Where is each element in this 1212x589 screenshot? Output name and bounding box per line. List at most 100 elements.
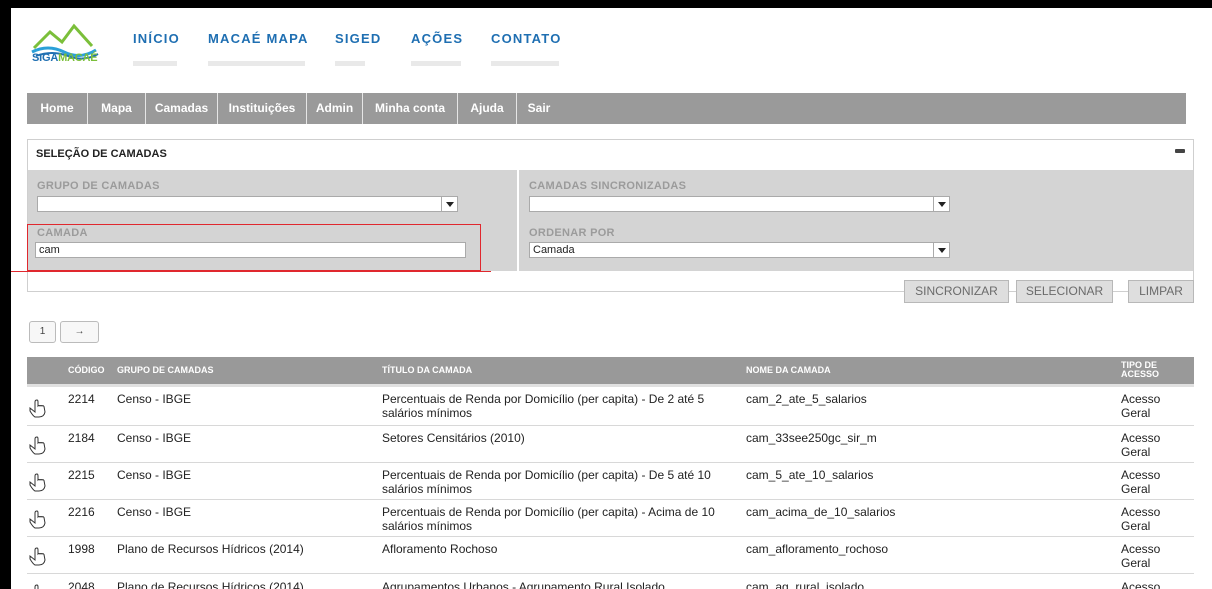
topnav-underline bbox=[411, 61, 461, 66]
cell-codigo: 2214 bbox=[68, 392, 95, 406]
cell-grupo: Plano de Recursos Hídricos (2014) bbox=[117, 542, 304, 556]
hand-pointer-icon[interactable] bbox=[27, 582, 49, 589]
table-row[interactable]: 2214 Censo - IBGE Percentuais de Renda p… bbox=[27, 389, 1194, 426]
hand-pointer-icon[interactable] bbox=[27, 471, 49, 493]
window-frame-top bbox=[0, 0, 1212, 8]
table-row[interactable]: 2184 Censo - IBGE Setores Censitários (2… bbox=[27, 426, 1194, 463]
cell-codigo: 2048 bbox=[68, 580, 95, 589]
topnav-macae-mapa[interactable]: MACAÉ MAPA bbox=[208, 31, 309, 46]
cell-titulo-line-2: salários mínimos bbox=[382, 482, 473, 496]
menu-admin[interactable]: Admin bbox=[307, 93, 362, 124]
cell-titulo-line-1: Percentuais de Renda por Domicílio (per … bbox=[382, 468, 711, 482]
cell-titulo-line-2: salários mínimos bbox=[382, 519, 473, 533]
table-row[interactable]: 2215 Censo - IBGE Percentuais de Renda p… bbox=[27, 463, 1194, 500]
chevron-down-icon[interactable] bbox=[933, 243, 949, 257]
cell-nome: cam_acima_de_10_salarios bbox=[746, 505, 896, 519]
cell-nome: cam_2_ate_5_salarios bbox=[746, 392, 867, 406]
hand-pointer-icon[interactable] bbox=[27, 397, 49, 419]
col-titulo[interactable]: TÍTULO DA CAMADA bbox=[382, 357, 472, 384]
cell-nome: cam_afloramento_rochoso bbox=[746, 542, 889, 556]
cell-tipo-line-2: Geral bbox=[1121, 556, 1151, 570]
cell-nome: cam_33see250gc_sir_m bbox=[746, 431, 877, 445]
cell-titulo-line-1: Setores Censitários (2010) bbox=[382, 431, 525, 445]
col-tipo-line-2: ACESSO bbox=[1121, 369, 1160, 379]
col-tipo[interactable]: TIPO DE ACESSO bbox=[1121, 357, 1159, 384]
cell-codigo: 2216 bbox=[68, 505, 95, 519]
table-header: CÓDIGO GRUPO DE CAMADAS TÍTULO DA CAMADA… bbox=[27, 357, 1194, 384]
main-menu-bar: Home Mapa Camadas Instituições Admin Min… bbox=[27, 93, 1186, 124]
cell-tipo-line-2: Geral bbox=[1121, 445, 1151, 459]
table-row[interactable]: 1998 Plano de Recursos Hídricos (2014) A… bbox=[27, 537, 1194, 574]
cell-grupo: Censo - IBGE bbox=[117, 505, 192, 519]
cell-codigo: 2184 bbox=[68, 431, 95, 445]
topnav-acoes[interactable]: AÇÕES bbox=[411, 31, 463, 46]
panel-title: SELEÇÃO DE CAMADAS bbox=[36, 148, 167, 160]
hand-pointer-icon[interactable] bbox=[27, 545, 49, 567]
cell-grupo: Censo - IBGE bbox=[117, 392, 192, 406]
cell-tipo-line-1: Acesso bbox=[1121, 542, 1161, 556]
highlight-annotation bbox=[27, 224, 481, 271]
menu-sair[interactable]: Sair bbox=[517, 93, 561, 124]
cell-codigo: 2215 bbox=[68, 468, 95, 482]
menu-home[interactable]: Home bbox=[27, 93, 87, 124]
col-codigo[interactable]: CÓDIGO bbox=[68, 357, 105, 384]
cell-tipo-line-1: Acesso bbox=[1121, 431, 1161, 445]
sincronizadas-select[interactable] bbox=[529, 196, 950, 212]
cell-titulo-line-1: Percentuais de Renda por Domicílio (per … bbox=[382, 505, 715, 519]
cell-titulo-line-1: Percentuais de Renda por Domicílio (per … bbox=[382, 392, 705, 406]
cell-tipo-line-2: Geral bbox=[1121, 406, 1151, 420]
logo-text: SIGAMACAÉ bbox=[32, 52, 98, 64]
topnav-underline bbox=[133, 61, 177, 66]
topnav-underline bbox=[208, 61, 305, 66]
cell-tipo-line-1: Acesso bbox=[1121, 580, 1161, 589]
col-grupo[interactable]: GRUPO DE CAMADAS bbox=[117, 357, 214, 384]
topnav-underline bbox=[491, 61, 559, 66]
menu-camadas[interactable]: Camadas bbox=[146, 93, 217, 124]
topnav-contato[interactable]: CONTATO bbox=[491, 31, 562, 46]
sincronizar-button[interactable]: SINCRONIZAR bbox=[904, 280, 1009, 303]
selecionar-button[interactable]: SELECIONAR bbox=[1016, 280, 1113, 303]
cell-tipo-line-1: Acesso bbox=[1121, 392, 1161, 406]
cell-titulo-line-1: Afloramento Rochoso bbox=[382, 542, 498, 556]
cell-tipo-line-1: Acesso bbox=[1121, 505, 1161, 519]
cell-tipo-line-2: Geral bbox=[1121, 519, 1151, 533]
column-divider bbox=[517, 170, 519, 271]
menu-minha-conta[interactable]: Minha conta bbox=[363, 93, 457, 124]
cell-titulo-line-2: salários mínimos bbox=[382, 406, 473, 420]
table-row[interactable]: 2216 Censo - IBGE Percentuais de Renda p… bbox=[27, 500, 1194, 537]
grupo-label: GRUPO DE CAMADAS bbox=[37, 180, 160, 192]
ordenar-select-value: Camada bbox=[533, 244, 575, 256]
menu-ajuda[interactable]: Ajuda bbox=[458, 93, 516, 124]
cell-nome: cam_5_ate_10_salarios bbox=[746, 468, 874, 482]
grupo-select[interactable] bbox=[37, 196, 458, 212]
topnav-inicio[interactable]: INÍCIO bbox=[133, 31, 180, 46]
ordenar-select[interactable]: Camada bbox=[529, 242, 950, 258]
sincronizadas-label: CAMADAS SINCRONIZADAS bbox=[529, 180, 687, 192]
cell-grupo: Plano de Recursos Hídricos (2014) bbox=[117, 580, 304, 589]
collapse-icon[interactable] bbox=[1175, 149, 1185, 153]
topnav-siged[interactable]: SIGED bbox=[335, 31, 381, 46]
ordenar-label: ORDENAR POR bbox=[529, 227, 615, 239]
cell-tipo-line-1: Acesso bbox=[1121, 468, 1161, 482]
cell-codigo: 1998 bbox=[68, 542, 95, 556]
hand-pointer-icon[interactable] bbox=[27, 508, 49, 530]
cell-grupo: Censo - IBGE bbox=[117, 468, 192, 482]
chevron-down-icon[interactable] bbox=[933, 197, 949, 211]
logo-macae: MACAÉ bbox=[58, 52, 98, 64]
limpar-button[interactable]: LIMPAR bbox=[1128, 280, 1194, 303]
menu-instituicoes[interactable]: Instituições bbox=[218, 93, 306, 124]
cell-nome: cam_ag_rural_isolado bbox=[746, 580, 865, 589]
menu-mapa[interactable]: Mapa bbox=[88, 93, 145, 124]
window-frame-left bbox=[0, 0, 11, 589]
col-nome[interactable]: NOME DA CAMADA bbox=[746, 357, 831, 384]
topnav-underline bbox=[335, 61, 365, 66]
next-page-button[interactable]: → bbox=[60, 321, 99, 343]
hand-pointer-icon[interactable] bbox=[27, 434, 49, 456]
cell-tipo-line-2: Geral bbox=[1121, 482, 1151, 496]
highlight-annotation-line bbox=[11, 271, 491, 272]
table-row[interactable]: 2048 Plano de Recursos Hídricos (2014) A… bbox=[27, 574, 1194, 589]
page-1-button[interactable]: 1 bbox=[29, 321, 56, 343]
chevron-down-icon[interactable] bbox=[441, 197, 457, 211]
table-header-border bbox=[27, 384, 1194, 387]
cell-titulo-line-1: Agrupamentos Urbanos - Agrupamento Rural… bbox=[382, 580, 665, 589]
